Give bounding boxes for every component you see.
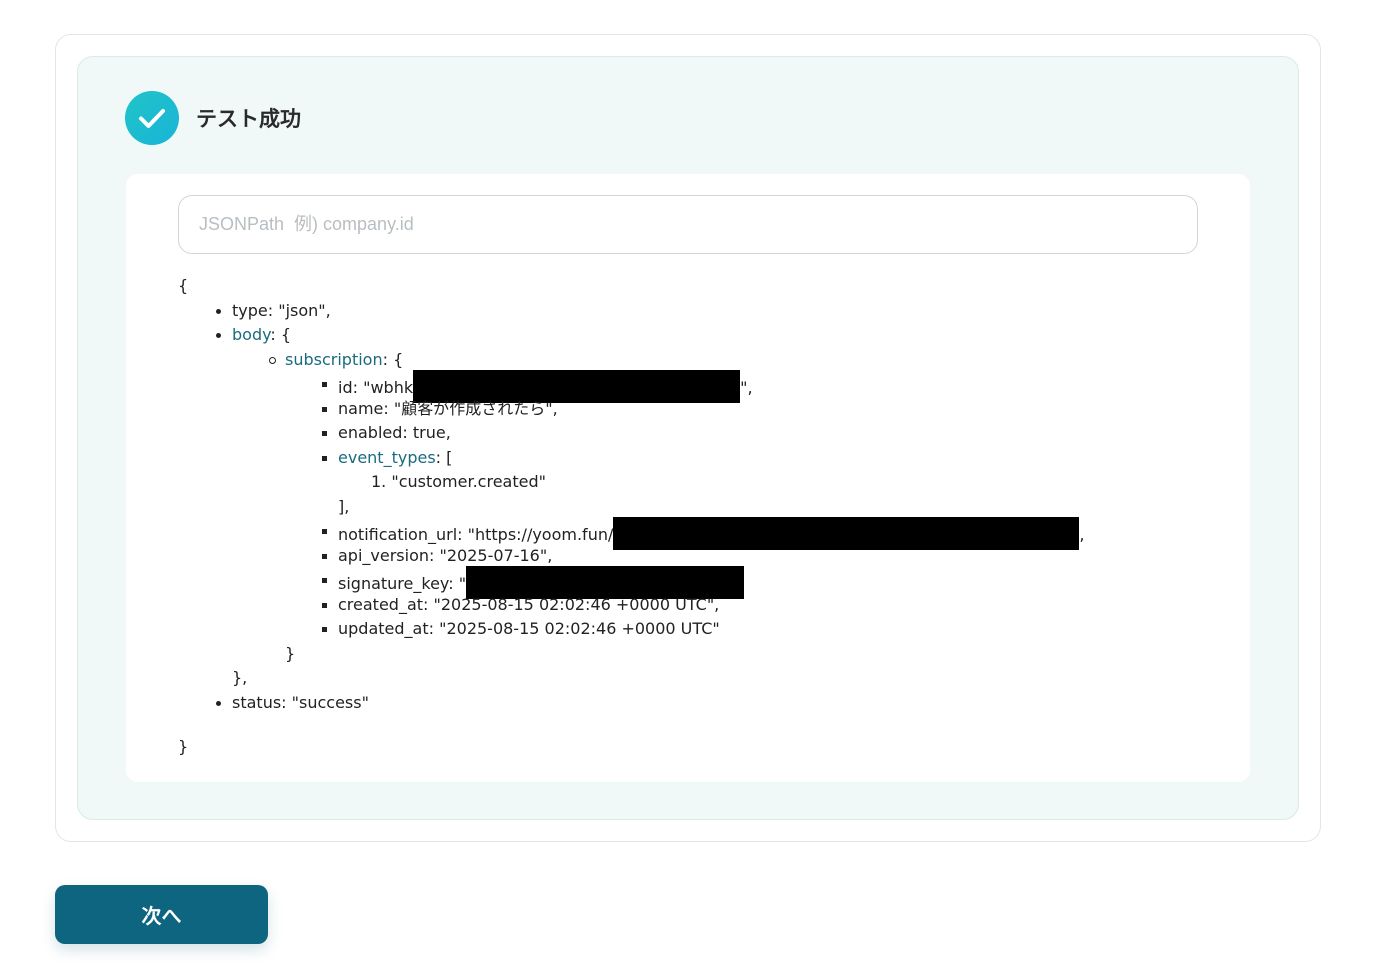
- json-item-signature-key: signature_key: ": [322, 566, 1198, 599]
- json-close-brace: }: [178, 737, 189, 756]
- test-result-panel: テスト成功 { type: "json", body: { subscripti…: [77, 56, 1299, 820]
- json-item-updated-at: updated_at: "2025-08-15 02:02:46 +0000 U…: [322, 617, 1198, 642]
- json-item-body: body: {: [216, 323, 1198, 348]
- success-check-icon: [125, 91, 179, 145]
- json-item-type: type: "json",: [216, 299, 1198, 324]
- json-item-status: status: "success": [216, 691, 1198, 716]
- event-types-key-link[interactable]: event_types: [338, 448, 436, 467]
- next-button[interactable]: 次へ: [55, 885, 268, 944]
- subscription-key-link[interactable]: subscription: [285, 350, 383, 369]
- json-item-subscription: subscription: {: [269, 348, 1198, 373]
- json-body-close: },: [232, 668, 248, 687]
- json-item-api-version: api_version: "2025-07-16",: [322, 544, 1198, 569]
- json-item-event-types: event_types: [: [322, 446, 1198, 471]
- json-item-name: name: "顧客が作成されたら",: [322, 397, 1198, 422]
- result-card: テスト成功 { type: "json", body: { subscripti…: [55, 34, 1321, 842]
- json-output-card: { type: "json", body: { subscription: { …: [126, 174, 1250, 782]
- json-array-close: ],: [338, 496, 350, 516]
- status-title: テスト成功: [196, 107, 301, 131]
- json-item-notification-url: notification_url: "https://yoom.fun/,: [322, 517, 1198, 550]
- body-key-link[interactable]: body: [232, 325, 270, 344]
- json-item-created-at: created_at: "2025-08-15 02:02:46 +0000 U…: [322, 593, 1198, 618]
- json-subscription-close: }: [285, 643, 296, 663]
- json-tree: { type: "json", body: { subscription: { …: [178, 274, 1198, 760]
- json-item-id: id: "wbhk ",: [322, 370, 1198, 403]
- json-item-enabled: enabled: true,: [322, 421, 1198, 446]
- jsonpath-search-input[interactable]: [178, 195, 1198, 254]
- json-array-item: 1. "customer.created": [371, 472, 546, 491]
- json-open-brace: {: [178, 276, 189, 295]
